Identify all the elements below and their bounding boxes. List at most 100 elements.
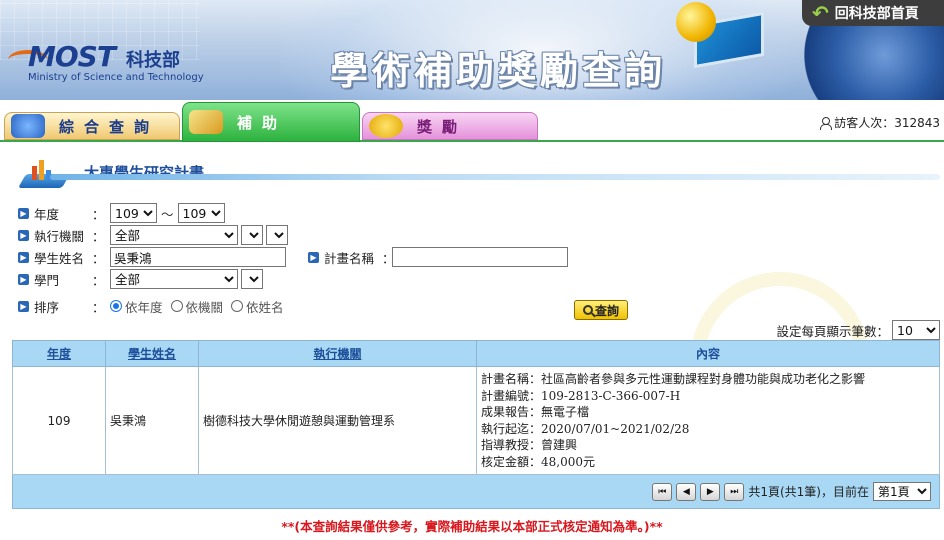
page-select[interactable]: 第1頁 — [873, 482, 931, 501]
per-page-label: 設定每頁顯示筆數： — [776, 323, 889, 339]
sort-by-org-radio[interactable]: 依機關 — [170, 297, 224, 316]
return-arrow-icon: ↶ — [812, 1, 829, 25]
page-title: 學術補助獎勵查詢 — [330, 48, 667, 93]
search-icon — [582, 305, 593, 315]
org-sub-select-1[interactable] — [241, 225, 263, 245]
colon: ： — [92, 299, 105, 315]
logo-text: MOST — [28, 40, 116, 73]
results-table: 年度 學生姓名 執行機關 內容 109 吳秉鴻 樹德科技大學休閒遊憩與運動管理系… — [12, 340, 940, 509]
prev-page-icon[interactable]: ◀ — [676, 482, 697, 501]
table-header-row: 年度 學生姓名 執行機關 內容 — [12, 340, 940, 367]
tab-label: 補助 — [237, 113, 288, 132]
radio-label: 依年度 — [125, 299, 163, 315]
radio-checked — [110, 300, 122, 312]
pager-cell: ⏮ ◀ ▶ ⏭ 共1頁(共1筆)，目前在 第1頁 — [12, 474, 940, 509]
year-from-select[interactable]: 109 — [110, 203, 157, 223]
bullet-icon: ▶ — [18, 207, 29, 219]
query-button[interactable]: 查詢 — [574, 300, 628, 320]
tab-label: 獎勵 — [417, 117, 468, 136]
tab-award[interactable]: 獎勵 — [362, 112, 538, 140]
org-sub-select-2[interactable] — [266, 225, 288, 245]
query-button-label: 查詢 — [594, 303, 619, 318]
header-banner: MOST 科技部 Ministry of Science and Technol… — [0, 0, 944, 100]
colon: ： — [382, 250, 395, 266]
e-ball-graphic — [676, 2, 716, 42]
table-row: 109 吳秉鴻 樹德科技大學休閒遊憩與運動管理系 計畫名稱：社區高齡者參與多元性… — [12, 366, 940, 475]
field-select[interactable]: 全部 — [110, 269, 238, 289]
sort-label: 排序 — [34, 299, 60, 315]
colon: ： — [92, 250, 105, 266]
pager: ⏮ ◀ ▶ ⏭ 共1頁(共1筆)，目前在 第1頁 — [13, 482, 939, 501]
visitor-counter: 訪客人次：312843 — [820, 114, 940, 131]
bullet-icon: ▶ — [18, 251, 29, 263]
field-row: ▶ 學門 ： 全部 — [18, 268, 263, 290]
bar-chart-icon — [17, 156, 71, 190]
col-header-content: 內容 — [476, 340, 940, 367]
plan-name-input[interactable] — [392, 247, 568, 267]
radio-label: 依姓名 — [246, 299, 284, 315]
colon: ： — [92, 228, 105, 244]
medal-icon — [369, 114, 403, 138]
radio-label: 依機關 — [185, 299, 224, 315]
per-page-select[interactable]: 10 — [892, 320, 940, 340]
main-content: 大專學生研究計畫 ▶ 年度 ： 109 ～ 109 ▶ 執行機關 ： 全部 ▶ … — [0, 142, 944, 540]
e-learning-icon — [676, 2, 764, 69]
home-link-button[interactable]: ↶ 回科技部首頁 — [802, 0, 944, 26]
content-report: 成果報告：無電子檔 — [481, 405, 590, 419]
sort-row: ▶ 排序 ： 依年度 依機關 依姓名 — [18, 295, 292, 317]
bullet-icon: ▶ — [18, 300, 29, 312]
student-row: ▶ 學生姓名 ： ▶ 計畫名稱 ： — [18, 246, 568, 268]
bullet-icon: ▶ — [18, 273, 29, 285]
sort-by-year-radio[interactable]: 依年度 — [110, 297, 163, 316]
content-amount: 核定金額：48,000元 — [481, 454, 595, 469]
org-row: ▶ 執行機關 ： 全部 — [18, 224, 288, 246]
cell-content: 計畫名稱：社區高齡者參與多元性運動課程對身體功能與成功老化之影響 計畫編號：10… — [476, 366, 940, 475]
tab-grant[interactable]: 補助 — [182, 102, 360, 142]
logo-cn: 科技部 — [126, 50, 180, 71]
content-advisor: 指導教授：曾建興 — [481, 438, 578, 452]
range-tilde: ～ — [161, 206, 174, 222]
col-header-org[interactable]: 執行機關 — [198, 340, 477, 367]
last-page-icon[interactable]: ⏭ — [724, 482, 745, 501]
most-logo[interactable]: MOST 科技部 Ministry of Science and Technol… — [8, 40, 218, 88]
main-tabs: 綜合查詢 補助 獎勵 訪客人次：312843 — [0, 100, 944, 142]
radio-unchecked — [170, 300, 183, 312]
year-label: 年度 — [34, 206, 60, 222]
content-plan-name: 計畫名稱：社區高齡者參與多元性運動課程對身體功能與成功老化之影響 — [481, 372, 866, 386]
chart-bar — [39, 160, 44, 180]
per-page-setting: 設定每頁顯示筆數： 10 — [776, 320, 940, 340]
cell-year: 109 — [12, 366, 106, 475]
radio-unchecked — [231, 300, 244, 312]
cell-student: 吳秉鴻 — [105, 366, 199, 475]
disclaimer-text: **(本查詢結果僅供參考，實際補助結果以本部正式核定通知為準。)** — [281, 519, 663, 534]
chart-bar — [32, 166, 37, 180]
magnifier-globe-icon — [11, 114, 45, 138]
year-row: ▶ 年度 ： 109 ～ 109 — [18, 202, 225, 224]
bullet-icon: ▶ — [308, 251, 319, 263]
colon: ： — [92, 206, 105, 222]
logo-en: Ministry of Science and Technology — [28, 72, 204, 83]
sort-by-name-radio[interactable]: 依姓名 — [231, 297, 284, 316]
content-plan-id: 計畫編號：109-2813-C-366-007-H — [481, 388, 681, 403]
org-select[interactable]: 全部 — [110, 225, 238, 245]
bullet-icon: ▶ — [18, 229, 29, 241]
year-to-select[interactable]: 109 — [177, 203, 225, 223]
student-label: 學生姓名 — [34, 250, 85, 266]
student-name-input[interactable] — [110, 247, 286, 267]
first-page-icon[interactable]: ⏮ — [652, 482, 673, 501]
col-header-year[interactable]: 年度 — [12, 340, 106, 367]
cell-org: 樹德科技大學休閒遊憩與運動管理系 — [198, 366, 477, 475]
content-period: 執行起迄：2020/07/01~2021/02/28 — [481, 421, 690, 436]
pager-row: ⏮ ◀ ▶ ⏭ 共1頁(共1筆)，目前在 第1頁 — [12, 474, 940, 509]
next-page-icon[interactable]: ▶ — [700, 482, 721, 501]
field-sub-select[interactable] — [241, 269, 263, 289]
org-label: 執行機關 — [34, 228, 85, 244]
home-link-label: 回科技部首頁 — [834, 6, 919, 22]
money-icon — [189, 110, 223, 134]
colon: ： — [92, 272, 105, 288]
col-header-student[interactable]: 學生姓名 — [105, 340, 199, 367]
section-divider — [50, 174, 940, 180]
tab-label: 綜合查詢 — [59, 117, 160, 136]
tab-general-search[interactable]: 綜合查詢 — [4, 112, 180, 140]
plan-label: 計畫名稱 — [324, 250, 375, 266]
